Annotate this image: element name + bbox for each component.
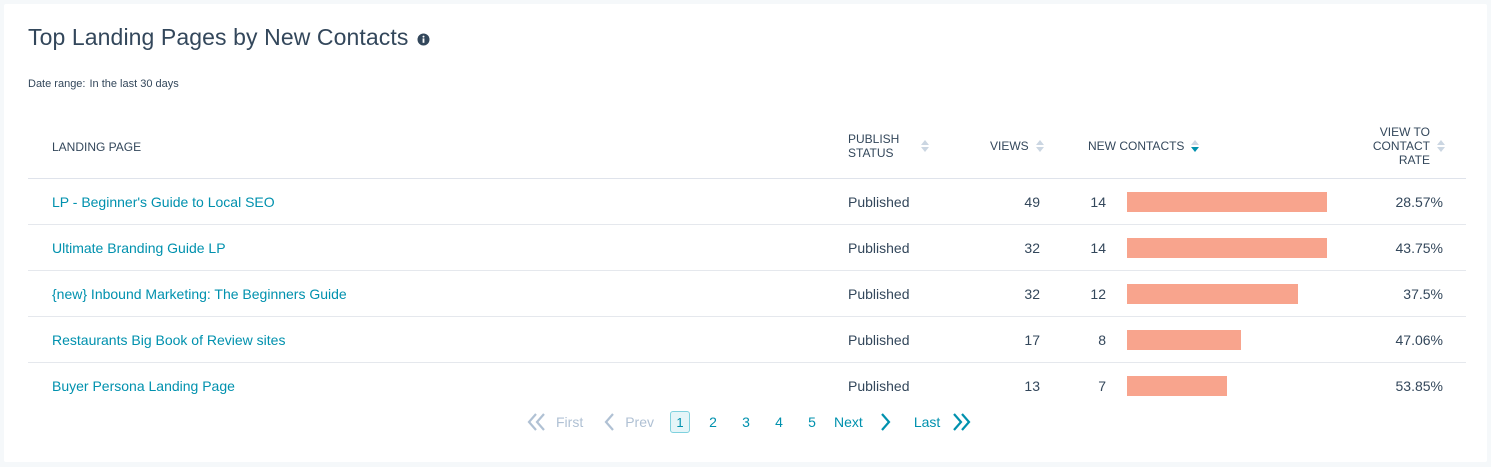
chevron-left-icon xyxy=(604,413,615,431)
double-chevron-left-icon xyxy=(527,413,545,431)
publish-status: Published xyxy=(848,377,910,394)
table-header: LANDING PAGE PUBLISH STATUS VIEWS NEW CO… xyxy=(28,116,1466,179)
views-value: 13 xyxy=(1024,377,1040,394)
table-row: {new} Inbound Marketing: The Beginners G… xyxy=(28,271,1466,317)
prev-page-label: Prev xyxy=(625,414,655,430)
landing-page-link[interactable]: LP - Beginner's Guide to Local SEO xyxy=(52,179,275,224)
sort-icon[interactable] xyxy=(1035,140,1044,152)
column-header-label: PUBLISH STATUS xyxy=(848,132,900,160)
new-contacts-bar xyxy=(1127,237,1327,258)
column-header-landing-page: LANDING PAGE xyxy=(52,140,141,154)
column-header-label: VIEWS xyxy=(990,139,1029,153)
page-button-4[interactable]: 4 xyxy=(774,414,784,430)
sort-icon[interactable] xyxy=(1437,140,1445,152)
date-range-value: In the last 30 days xyxy=(89,78,179,90)
table-row: LP - Beginner's Guide to Local SEO Publi… xyxy=(28,179,1466,225)
page-button-1[interactable]: 1 xyxy=(670,411,691,433)
new-contacts-bar xyxy=(1127,191,1327,212)
first-page-button[interactable]: First xyxy=(526,412,583,432)
view-to-contact-rate-value: 53.85% xyxy=(1395,377,1443,394)
landing-page-link[interactable]: Restaurants Big Book of Review sites xyxy=(52,317,285,362)
views-value: 32 xyxy=(1024,239,1040,256)
new-contacts-bar xyxy=(1127,283,1299,304)
date-range: Date range: In the last 30 days xyxy=(28,78,179,90)
info-icon[interactable] xyxy=(417,33,430,46)
report-card: Top Landing Pages by New Contacts Date r… xyxy=(4,4,1487,462)
last-page-button[interactable]: Last xyxy=(914,412,972,432)
new-contacts-bar-cell xyxy=(1127,179,1327,224)
sort-icon[interactable] xyxy=(1191,140,1200,152)
new-contacts-value: 12 xyxy=(1090,285,1106,302)
chevron-right-icon xyxy=(880,413,891,431)
views-value: 32 xyxy=(1024,285,1040,302)
table-body: LP - Beginner's Guide to Local SEO Publi… xyxy=(28,179,1466,408)
new-contacts-bar-cell xyxy=(1127,271,1299,316)
table-row: Ultimate Branding Guide LP Published 32 … xyxy=(28,225,1466,271)
column-header-label: NEW CONTACTS xyxy=(1088,139,1185,153)
prev-page-button[interactable]: Prev xyxy=(603,412,654,432)
date-range-label: Date range: xyxy=(28,78,86,90)
pagination: First Prev 1 2 3 4 5 Next Last xyxy=(526,408,972,436)
table-row: Buyer Persona Landing Page Published 13 … xyxy=(28,363,1466,408)
view-to-contact-rate-value: 28.57% xyxy=(1395,193,1443,210)
landing-page-link[interactable]: Buyer Persona Landing Page xyxy=(52,363,235,408)
column-header-publish-status[interactable]: PUBLISH STATUS xyxy=(848,132,930,160)
first-page-label: First xyxy=(556,414,584,430)
publish-status: Published xyxy=(848,285,910,302)
sort-icon[interactable] xyxy=(921,140,930,152)
page-button-2[interactable]: 2 xyxy=(708,414,718,430)
landing-pages-table: LANDING PAGE PUBLISH STATUS VIEWS NEW CO… xyxy=(28,116,1466,408)
column-header-view-to-contact-rate[interactable]: VIEW TO CONTACT RATE xyxy=(1373,125,1445,167)
new-contacts-value: 7 xyxy=(1098,377,1106,394)
column-header-views[interactable]: VIEWS xyxy=(990,139,1044,153)
publish-status: Published xyxy=(848,239,910,256)
page-button-5[interactable]: 5 xyxy=(807,414,817,430)
new-contacts-bar xyxy=(1127,375,1227,396)
new-contacts-bar xyxy=(1127,329,1242,350)
views-value: 49 xyxy=(1024,193,1040,210)
landing-page-link[interactable]: Ultimate Branding Guide LP xyxy=(52,225,226,270)
column-header-new-contacts[interactable]: NEW CONTACTS xyxy=(1088,139,1200,153)
page-button-3[interactable]: 3 xyxy=(741,414,751,430)
new-contacts-value: 14 xyxy=(1090,239,1106,256)
publish-status: Published xyxy=(848,331,910,348)
last-page-label: Last xyxy=(913,414,941,430)
landing-page-link[interactable]: {new} Inbound Marketing: The Beginners G… xyxy=(52,271,347,316)
new-contacts-value: 8 xyxy=(1098,331,1106,348)
view-to-contact-rate-value: 37.5% xyxy=(1403,285,1443,302)
report-title: Top Landing Pages by New Contacts xyxy=(28,24,409,50)
double-chevron-right-icon xyxy=(953,413,971,431)
next-page-button[interactable]: Next xyxy=(834,412,892,432)
next-page-label: Next xyxy=(834,414,863,430)
views-value: 17 xyxy=(1024,331,1040,348)
new-contacts-bar-cell xyxy=(1127,317,1242,362)
new-contacts-bar-cell xyxy=(1127,363,1227,408)
publish-status: Published xyxy=(848,193,910,210)
column-header-label: LANDING PAGE xyxy=(52,140,142,154)
report-header: Top Landing Pages by New Contacts xyxy=(28,24,430,51)
new-contacts-bar-cell xyxy=(1127,225,1327,270)
view-to-contact-rate-value: 47.06% xyxy=(1395,331,1443,348)
view-to-contact-rate-value: 43.75% xyxy=(1395,239,1443,256)
column-header-label: VIEW TO CONTACT RATE xyxy=(1372,125,1430,167)
new-contacts-value: 14 xyxy=(1090,193,1106,210)
table-row: Restaurants Big Book of Review sites Pub… xyxy=(28,317,1466,363)
